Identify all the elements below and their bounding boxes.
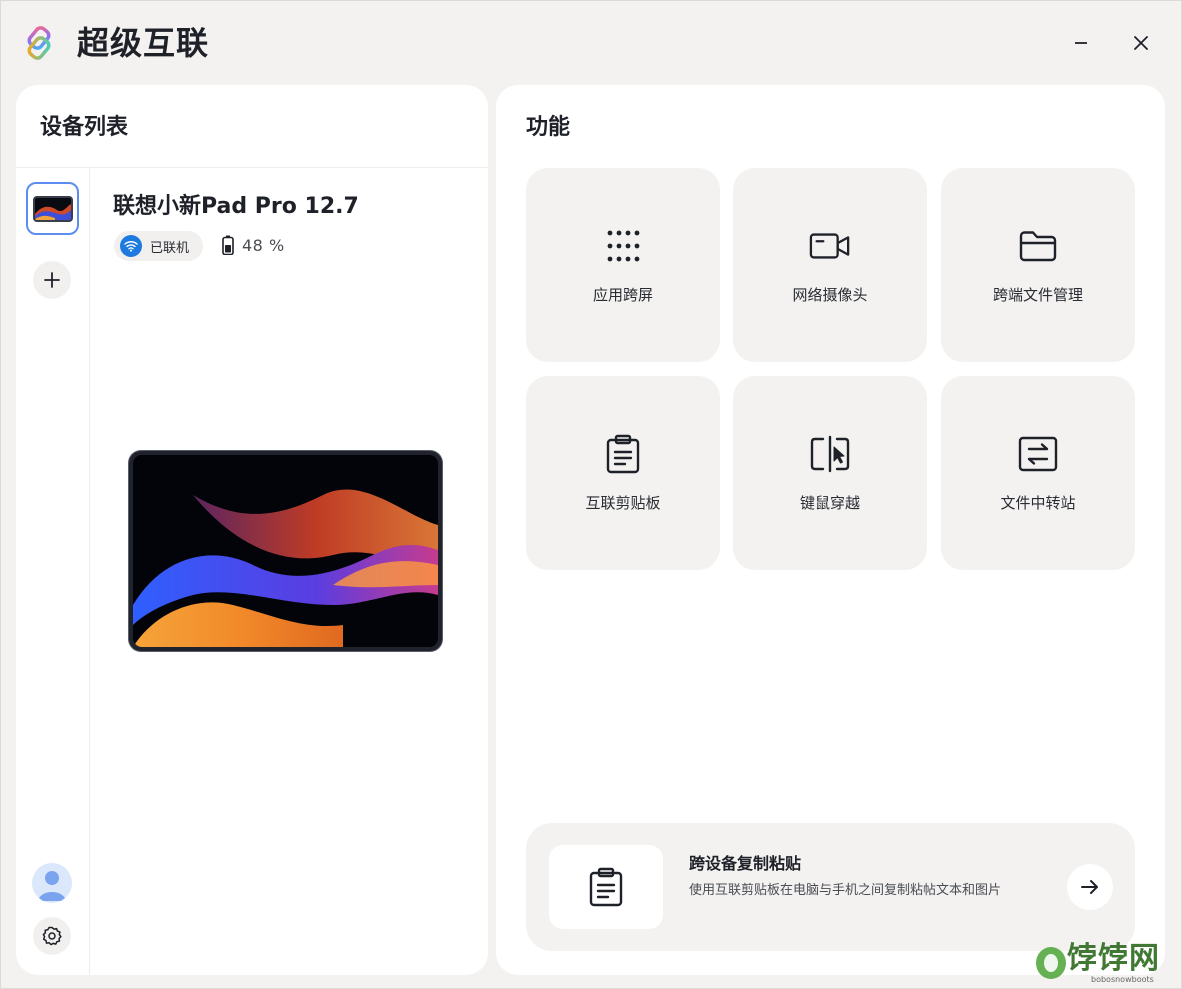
battery-indicator: 48 %: [222, 235, 285, 255]
watermark: 饽饽网 bobosnowboots: [1031, 939, 1181, 987]
features-panel: 功能 应用跨屏 网络摄像头 跨端文件管理 互联剪贴板 键鼠穿越 文件中转站 跨设…: [496, 85, 1165, 975]
close-icon: [1134, 36, 1148, 50]
watermark-text: 饽饽网: [1067, 941, 1160, 976]
transfer-icon: [1017, 433, 1059, 475]
device-list-panel: 设备列表 联想小新Pad Pro 12.7 已联机 48 %: [16, 85, 488, 975]
minimize-button[interactable]: [1063, 27, 1099, 59]
plus-icon: [44, 272, 60, 288]
watermark-subtext: bobosnowboots: [1091, 975, 1154, 984]
features-title: 功能: [526, 115, 571, 140]
add-device-button[interactable]: [33, 261, 71, 299]
mouse-crossover-icon: [809, 433, 851, 475]
feature-label: 互联剪贴板: [585, 494, 661, 512]
grid-icon: [602, 225, 644, 267]
divider: [89, 168, 90, 975]
arrow-right-icon: [1081, 880, 1098, 894]
app-title: 超级互联: [77, 24, 210, 62]
device-image: [129, 451, 442, 651]
settings-button[interactable]: [33, 917, 71, 955]
gear-icon: [42, 926, 62, 946]
promo-description: 使用互联剪贴板在电脑与手机之间复制粘帖文本和图片: [689, 883, 1002, 898]
feature-file-transfer-station[interactable]: 文件中转站: [941, 376, 1135, 570]
camera-icon: [809, 225, 851, 267]
divider: [16, 167, 488, 168]
feature-label: 文件中转站: [1000, 494, 1076, 512]
clipboard-icon: [602, 433, 644, 475]
feature-cross-file-manager[interactable]: 跨端文件管理: [941, 168, 1135, 362]
battery-level: 48 %: [242, 235, 285, 255]
promo-title: 跨设备复制粘贴: [689, 854, 802, 873]
minimize-icon: [1075, 42, 1087, 44]
connection-status-badge: 已联机: [114, 231, 204, 261]
app-logo-icon: [27, 26, 51, 60]
user-icon: [38, 871, 66, 901]
connection-status-text: 已联机: [150, 240, 190, 256]
close-button[interactable]: [1123, 27, 1159, 59]
watermark-logo-icon: [1036, 947, 1066, 979]
feature-label: 网络摄像头: [792, 286, 868, 304]
feature-shared-clipboard[interactable]: 互联剪贴板: [526, 376, 720, 570]
battery-icon: [222, 235, 234, 255]
device-thumbnail-selected[interactable]: [26, 182, 79, 235]
wifi-icon: [120, 235, 142, 257]
feature-network-camera[interactable]: 网络摄像头: [733, 168, 927, 362]
folder-icon: [1017, 225, 1059, 267]
promo-arrow-button[interactable]: [1067, 864, 1113, 910]
user-avatar[interactable]: [32, 863, 72, 903]
device-name: 联想小新Pad Pro 12.7: [113, 194, 359, 219]
app-window: 超级互联 设备列表 联想小新Pad Pro 12.7 已联机 48 % 功能 应…: [0, 0, 1182, 989]
device-list-title: 设备列表: [40, 115, 129, 140]
feature-keyboard-mouse-crossover[interactable]: 键鼠穿越: [733, 376, 927, 570]
feature-label: 跨端文件管理: [992, 286, 1083, 304]
clipboard-icon: [549, 845, 663, 929]
feature-label: 应用跨屏: [592, 286, 653, 304]
feature-label: 键鼠穿越: [799, 494, 860, 512]
tablet-thumbnail-icon: [32, 195, 73, 222]
title-bar: 超级互联: [1, 1, 1181, 85]
promo-card[interactable]: 跨设备复制粘贴 使用互联剪贴板在电脑与手机之间复制粘帖文本和图片: [526, 823, 1135, 951]
feature-app-cross-screen[interactable]: 应用跨屏: [526, 168, 720, 362]
